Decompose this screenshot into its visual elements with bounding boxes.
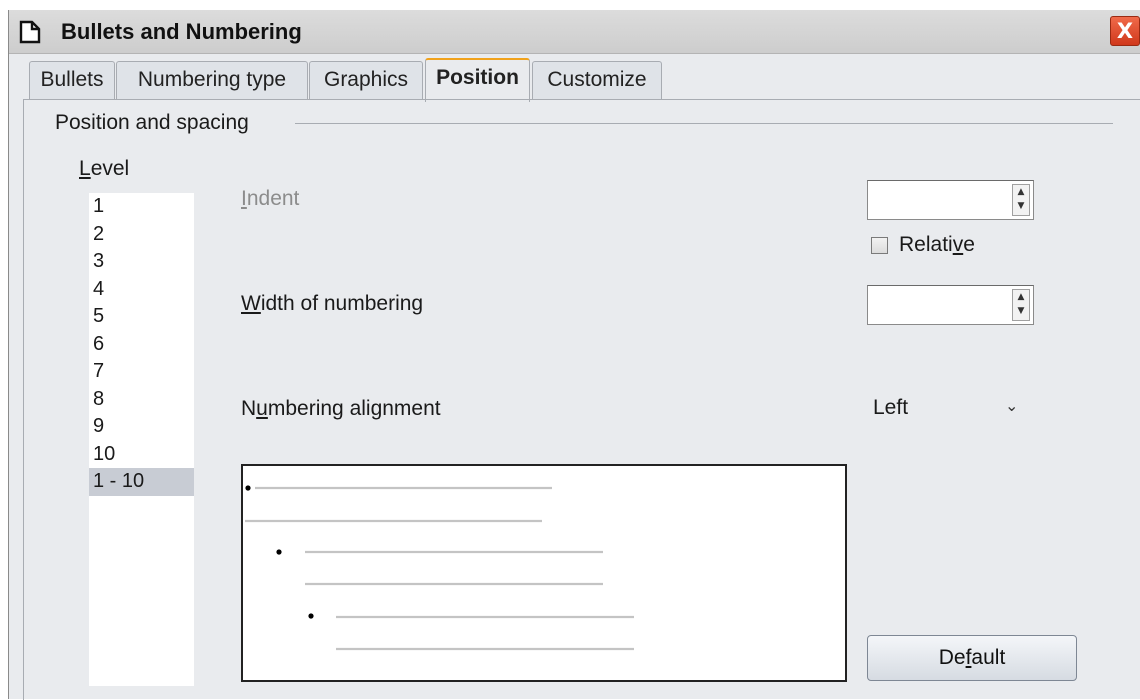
width-of-numbering-spinbox[interactable]: ▲ ▼: [867, 285, 1034, 325]
default-button[interactable]: Default: [867, 635, 1077, 681]
tab-customize[interactable]: Customize: [532, 61, 662, 99]
preview-bullet-level2: [276, 549, 282, 555]
numbering-alignment-label: Numbering alignment: [241, 397, 441, 420]
tab-label: Graphics: [323, 68, 409, 91]
position-preview: [241, 464, 847, 682]
tab-label: Customize: [547, 68, 647, 91]
preview-bullet-level1: [245, 485, 251, 491]
preview-bullet-level3: [308, 613, 314, 619]
level-item[interactable]: 2: [89, 221, 194, 249]
level-item[interactable]: 1: [89, 193, 194, 221]
tab-graphics[interactable]: Graphics: [309, 61, 423, 99]
tab-bullets[interactable]: Bullets: [29, 61, 115, 99]
level-item[interactable]: 6: [89, 331, 194, 359]
level-item[interactable]: 5: [89, 303, 194, 331]
preview-drawing: [245, 485, 634, 651]
spin-arrows-icon[interactable]: ▲ ▼: [1012, 289, 1030, 321]
close-button[interactable]: X: [1110, 16, 1140, 46]
level-item[interactable]: 10: [89, 441, 194, 469]
relative-checkbox[interactable]: [871, 237, 888, 254]
level-item[interactable]: 8: [89, 386, 194, 414]
tab-numbering-type[interactable]: Numbering type: [116, 61, 308, 99]
level-label: Level: [79, 157, 130, 180]
chevron-down-icon[interactable]: ⌄: [1005, 396, 1018, 415]
document-icon: [19, 20, 41, 44]
width-of-numbering-label: Width of numbering: [241, 292, 424, 315]
relative-label[interactable]: Relative: [899, 233, 975, 257]
dialog-title: Bullets and Numbering: [61, 19, 302, 44]
close-icon: X: [1116, 19, 1134, 43]
bullets-numbering-dialog: Bullets and Numbering X Bullets Numberin…: [8, 10, 1140, 700]
level-item[interactable]: 3: [89, 248, 194, 276]
level-item-selected[interactable]: 1 - 10: [89, 468, 194, 496]
dropdown-value: Left: [873, 396, 909, 419]
tab-label: Position: [436, 66, 519, 89]
group-label: Position and spacing: [55, 111, 255, 135]
group-divider: [295, 123, 1113, 124]
level-list[interactable]: 1 2 3 4 5 6 7 8 9 10 1 - 10: [89, 193, 194, 686]
level-item[interactable]: 9: [89, 413, 194, 441]
indent-spinbox[interactable]: ▲ ▼: [867, 180, 1034, 220]
level-item[interactable]: 7: [89, 358, 194, 386]
tab-label: Numbering type: [137, 68, 287, 91]
indent-label: Indent: [241, 187, 300, 210]
title-bar[interactable]: Bullets and Numbering X: [9, 10, 1140, 54]
level-item[interactable]: 4: [89, 276, 194, 304]
spin-arrows-icon[interactable]: ▲ ▼: [1012, 184, 1030, 216]
tab-label: Bullets: [40, 68, 104, 91]
tab-position[interactable]: Position: [425, 58, 530, 102]
numbering-alignment-dropdown[interactable]: Left ⌄: [867, 388, 1032, 428]
